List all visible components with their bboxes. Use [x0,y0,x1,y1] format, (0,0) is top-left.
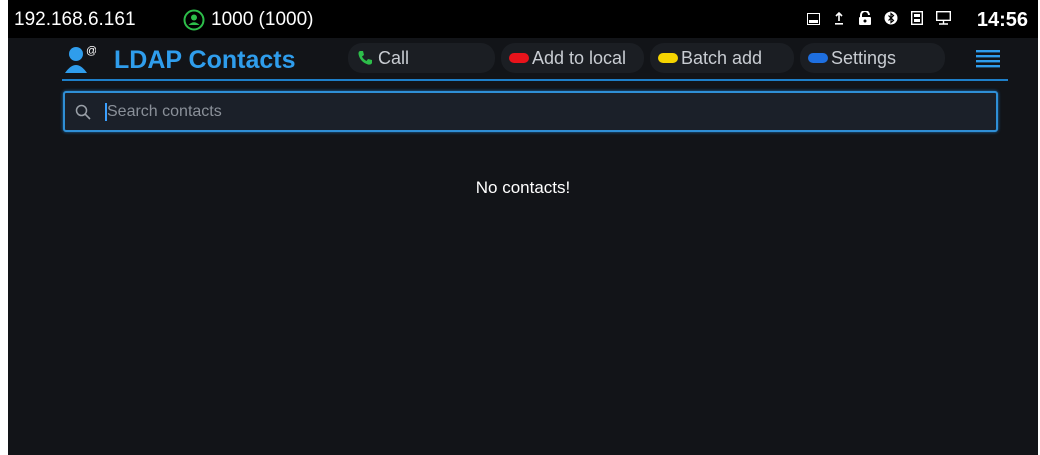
sd-card-icon [910,10,924,29]
batch-add-button[interactable]: Batch add [650,43,794,73]
settings-label: Settings [831,47,897,68]
account-status: 1000 (1000) [183,9,313,31]
clock: 14:56 [976,9,1028,31]
yellow-key-indicator [658,53,678,63]
screenshot-icon [806,12,820,29]
ldap-contacts-icon: @ [65,45,96,73]
header-divider [62,79,1008,81]
svg-text:@: @ [86,45,96,57]
red-key-indicator [509,53,529,63]
add-to-local-button[interactable]: Add to local [501,43,644,73]
upload-icon [832,11,846,29]
call-button[interactable]: Call [348,43,495,73]
account-registered-icon [183,9,205,31]
ip-address: 192.168.6.161 [14,9,136,30]
account-label: 1000 (1000) [211,9,314,30]
add-to-local-label: Add to local [532,47,627,68]
page-title: LDAP Contacts [114,46,296,74]
phone-icon [358,51,372,65]
search-box[interactable] [63,91,998,132]
batch-add-label: Batch add [681,47,763,68]
lock-icon [858,10,872,29]
search-icon [75,104,91,120]
status-bar: 192.168.6.161 1000 (1000) 14:56 [8,0,1038,38]
search-input[interactable] [107,98,967,126]
settings-button[interactable]: Settings [800,43,945,73]
bluetooth-icon [884,11,898,29]
screen: 192.168.6.161 1000 (1000) 14:56 LDAP Con… [8,0,1038,455]
network-icon [935,10,952,29]
header: @ LDAP Contacts Call Add to local Batch … [8,38,1038,82]
status-icons [806,10,952,29]
blue-key-indicator [808,53,828,63]
menu-icon[interactable] [976,50,1000,68]
empty-state-message: No contacts! [475,178,571,197]
call-label: Call [378,47,410,68]
